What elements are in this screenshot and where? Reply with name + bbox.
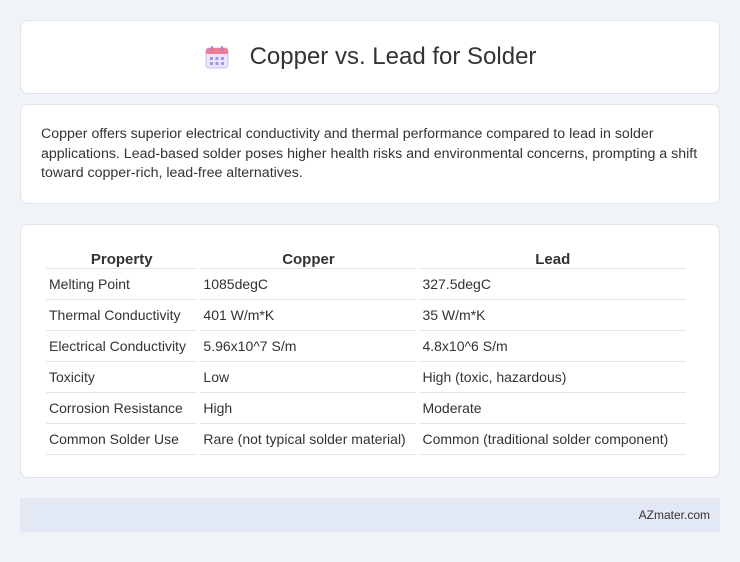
footer: AZmater.com <box>20 498 720 532</box>
table-row: Corrosion Resistance High Moderate <box>46 393 686 424</box>
intro-card: Copper offers superior electrical conduc… <box>20 104 720 204</box>
page-title: Copper vs. Lead for Solder <box>249 43 537 70</box>
cell-lead: 35 W/m*K <box>419 300 686 331</box>
table-row: Electrical Conductivity 5.96x10^7 S/m 4.8x… <box>46 331 686 362</box>
cell-property: Thermal Conductivity <box>46 300 198 331</box>
header-copper: Copper <box>200 245 417 269</box>
calendar-icon <box>204 44 230 70</box>
cell-lead: 4.8x10^6 S/m <box>419 331 686 362</box>
cell-copper: Low <box>200 362 417 393</box>
cell-property: Melting Point <box>46 269 198 300</box>
header-property: Property <box>46 245 198 269</box>
title-wrap: Copper vs. Lead for Solder <box>204 43 537 71</box>
footer-credit: AZmater.com <box>638 508 710 522</box>
cell-property: Toxicity <box>46 362 198 393</box>
cell-copper: 401 W/m*K <box>200 300 417 331</box>
table-header-row: Property Copper Lead <box>46 245 686 269</box>
comparison-table: Property Copper Lead Melting Point 1085de… <box>43 245 689 455</box>
cell-property: Common Solder Use <box>46 424 198 455</box>
cell-lead: High (toxic, hazardous) <box>419 362 686 393</box>
table-row: Melting Point 1085degC 327.5degC <box>46 269 686 300</box>
cell-property: Electrical Conductivity <box>46 331 198 362</box>
cell-copper: 5.96x10^7 S/m <box>200 331 417 362</box>
cell-lead: Moderate <box>419 393 686 424</box>
intro-text: Copper offers superior electrical conduc… <box>41 126 698 181</box>
table-row: Toxicity Low High (toxic, hazardous) <box>46 362 686 393</box>
table-body: Melting Point 1085degC 327.5degC Thermal Co… <box>46 269 686 455</box>
table-row: Thermal Conductivity 401 W/m*K 35 W/m*K <box>46 300 686 331</box>
cell-copper: 1085degC <box>200 269 417 300</box>
title-card: Copper vs. Lead for Solder <box>20 20 720 94</box>
cell-lead: 327.5degC <box>419 269 686 300</box>
table-card: Property Copper Lead Melting Point 1085de… <box>20 224 720 478</box>
header-lead: Lead <box>419 245 686 269</box>
cell-lead: Common (traditional solder component) <box>419 424 686 455</box>
table-row: Common Solder Use Rare (not typical solde… <box>46 424 686 455</box>
cell-copper: Rare (not typical solder material) <box>200 424 417 455</box>
cell-property: Corrosion Resistance <box>46 393 198 424</box>
cell-copper: High <box>200 393 417 424</box>
